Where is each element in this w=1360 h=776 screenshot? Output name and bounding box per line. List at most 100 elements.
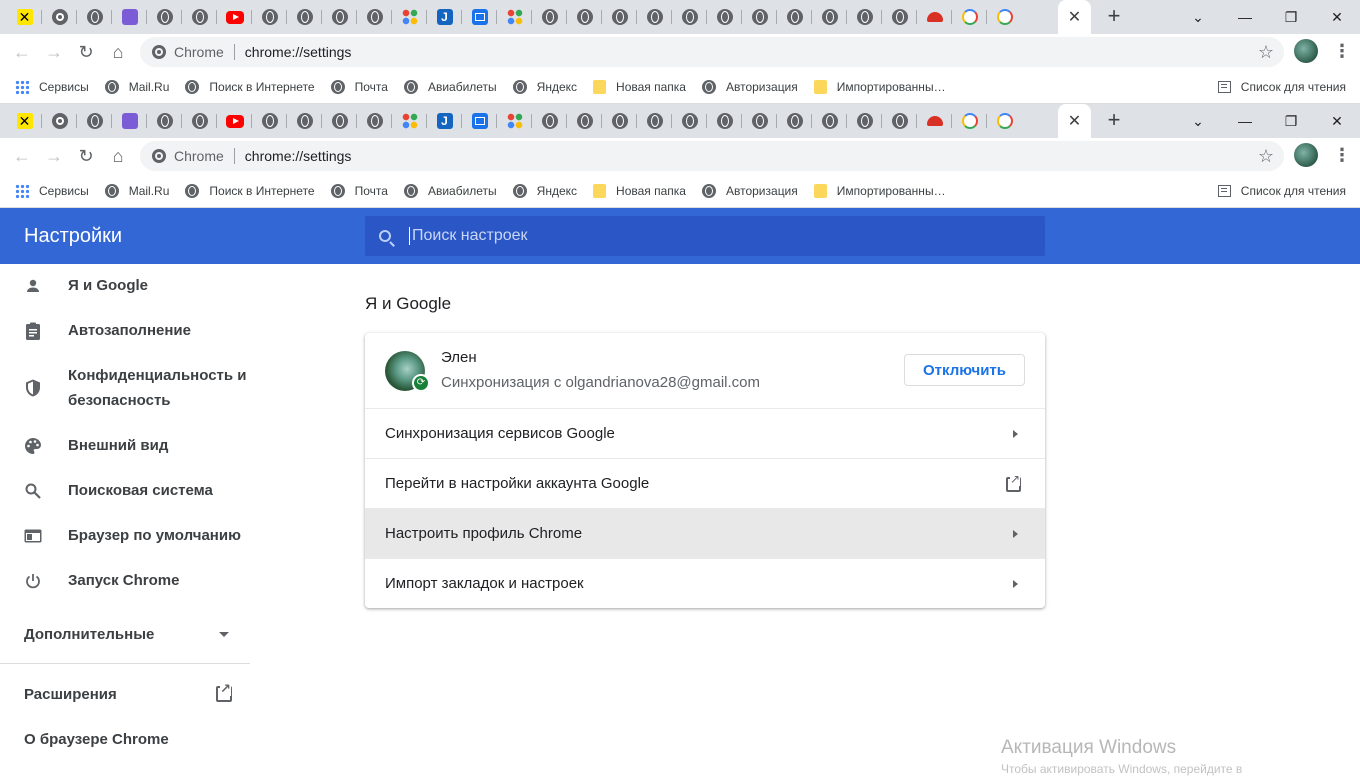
- reading-list-button[interactable]: Список для чтения: [1217, 80, 1346, 94]
- browser-tab[interactable]: [707, 0, 742, 34]
- browser-tab[interactable]: [602, 0, 637, 34]
- tab-search-button[interactable]: ⌄: [1175, 0, 1221, 34]
- browser-tab[interactable]: J: [427, 0, 462, 34]
- bookmark-item[interactable]: Авторизация: [694, 177, 806, 205]
- browser-tab[interactable]: [917, 0, 952, 34]
- browser-tab[interactable]: [847, 104, 882, 138]
- browser-tab[interactable]: [42, 104, 77, 138]
- bookmark-item[interactable]: Новая папка: [585, 177, 694, 205]
- browser-tab[interactable]: [812, 104, 847, 138]
- bookmark-item[interactable]: Mail.Ru: [97, 73, 178, 101]
- bookmark-item[interactable]: Mail.Ru: [97, 177, 178, 205]
- reload-button[interactable]: ↻: [74, 40, 98, 64]
- browser-tab[interactable]: [812, 0, 847, 34]
- browser-tab[interactable]: [322, 104, 357, 138]
- sidebar-item-on-startup[interactable]: Запуск Chrome: [0, 558, 252, 603]
- forward-button[interactable]: →: [42, 144, 66, 168]
- close-window-button[interactable]: ✕: [1314, 104, 1360, 138]
- bookmark-item[interactable]: Сервисы: [7, 73, 97, 101]
- browser-tab[interactable]: [462, 0, 497, 34]
- reading-list-button[interactable]: Список для чтения: [1217, 184, 1346, 198]
- row-sync-services[interactable]: Синхронизация сервисов Google: [365, 408, 1045, 458]
- browser-tab[interactable]: ✕: [1058, 104, 1091, 138]
- browser-tab[interactable]: [777, 104, 812, 138]
- browser-tab[interactable]: [217, 104, 252, 138]
- sidebar-item-default-browser[interactable]: Браузер по умолчанию: [0, 513, 252, 558]
- minimize-button[interactable]: —: [1222, 0, 1268, 34]
- bookmark-item[interactable]: Почта: [323, 177, 396, 205]
- browser-tab[interactable]: [532, 0, 567, 34]
- browser-tab[interactable]: [987, 0, 1022, 34]
- reload-button[interactable]: ↻: [74, 144, 98, 168]
- browser-tab[interactable]: [952, 104, 987, 138]
- browser-tab[interactable]: [252, 104, 287, 138]
- home-button[interactable]: ⌂: [106, 144, 130, 168]
- row-customize-profile[interactable]: Настроить профиль Chrome: [365, 508, 1045, 558]
- browser-tab[interactable]: [182, 104, 217, 138]
- bookmark-item[interactable]: Авиабилеты: [396, 177, 505, 205]
- browser-tab[interactable]: [462, 104, 497, 138]
- address-url[interactable]: chrome://settings: [245, 148, 352, 164]
- browser-tab[interactable]: [777, 0, 812, 34]
- browser-tab[interactable]: [497, 0, 532, 34]
- tab-search-button[interactable]: ⌄: [1175, 104, 1221, 138]
- browser-tab[interactable]: [497, 104, 532, 138]
- disconnect-button[interactable]: Отключить: [904, 354, 1025, 386]
- browser-tab[interactable]: [287, 104, 322, 138]
- browser-tab[interactable]: [392, 0, 427, 34]
- close-window-button[interactable]: ✕: [1314, 0, 1360, 34]
- close-tab-icon[interactable]: ✕: [1068, 7, 1081, 27]
- browser-tab[interactable]: [952, 0, 987, 34]
- browser-tab[interactable]: [882, 104, 917, 138]
- browser-tab[interactable]: [42, 0, 77, 34]
- bookmark-item[interactable]: Почта: [323, 73, 396, 101]
- settings-search-input[interactable]: [409, 227, 1009, 245]
- bookmark-item[interactable]: Поиск в Интернете: [177, 73, 322, 101]
- browser-tab[interactable]: [147, 0, 182, 34]
- chrome-menu-icon[interactable]: ⋮: [1330, 39, 1354, 63]
- browser-tab[interactable]: [252, 0, 287, 34]
- sidebar-item-extensions[interactable]: Расширения: [0, 672, 252, 717]
- row-import-bookmarks[interactable]: Импорт закладок и настроек: [365, 558, 1045, 608]
- profile-avatar[interactable]: [1294, 143, 1318, 167]
- browser-tab[interactable]: [672, 104, 707, 138]
- sidebar-advanced-toggle[interactable]: Дополнительные: [0, 609, 252, 659]
- bookmark-item[interactable]: Яндекс: [505, 177, 585, 205]
- bookmark-item[interactable]: Импортированны…: [806, 177, 954, 205]
- browser-tab[interactable]: [707, 104, 742, 138]
- browser-tab[interactable]: [287, 0, 322, 34]
- browser-tab[interactable]: J: [427, 104, 462, 138]
- browser-tab[interactable]: [322, 0, 357, 34]
- browser-tab[interactable]: [742, 0, 777, 34]
- bookmark-star-icon[interactable]: ☆: [1258, 146, 1274, 167]
- bookmark-item[interactable]: Новая папка: [585, 73, 694, 101]
- browser-tab[interactable]: [882, 0, 917, 34]
- close-tab-icon[interactable]: ✕: [1068, 111, 1081, 131]
- bookmark-item[interactable]: Поиск в Интернете: [177, 177, 322, 205]
- back-button[interactable]: ←: [10, 40, 34, 64]
- sidebar-item-you-and-google[interactable]: Я и Google: [0, 263, 252, 308]
- browser-tab[interactable]: [112, 104, 147, 138]
- browser-tab[interactable]: [147, 104, 182, 138]
- bookmark-star-icon[interactable]: ☆: [1258, 42, 1274, 63]
- browser-tab[interactable]: [182, 0, 217, 34]
- browser-tab[interactable]: [917, 104, 952, 138]
- bookmark-item[interactable]: Авиабилеты: [396, 73, 505, 101]
- sidebar-item-appearance[interactable]: Внешний вид: [0, 423, 252, 468]
- chrome-menu-icon[interactable]: ⋮: [1330, 143, 1354, 167]
- browser-tab[interactable]: [217, 0, 252, 34]
- settings-search-box[interactable]: [365, 216, 1045, 256]
- address-bar[interactable]: Chrome chrome://settings ☆: [140, 37, 1284, 67]
- home-button[interactable]: ⌂: [106, 40, 130, 64]
- browser-tab[interactable]: [637, 0, 672, 34]
- bookmark-item[interactable]: Яндекс: [505, 73, 585, 101]
- minimize-button[interactable]: —: [1222, 104, 1268, 138]
- bookmark-item[interactable]: Импортированны…: [806, 73, 954, 101]
- browser-tab[interactable]: ✕: [7, 104, 42, 138]
- browser-tab[interactable]: [392, 104, 427, 138]
- sidebar-item-privacy[interactable]: Конфиденциальность и безопасность: [0, 353, 252, 423]
- bookmark-item[interactable]: Авторизация: [694, 73, 806, 101]
- browser-tab[interactable]: [567, 0, 602, 34]
- address-url[interactable]: chrome://settings: [245, 44, 352, 60]
- bookmark-item[interactable]: Сервисы: [7, 177, 97, 205]
